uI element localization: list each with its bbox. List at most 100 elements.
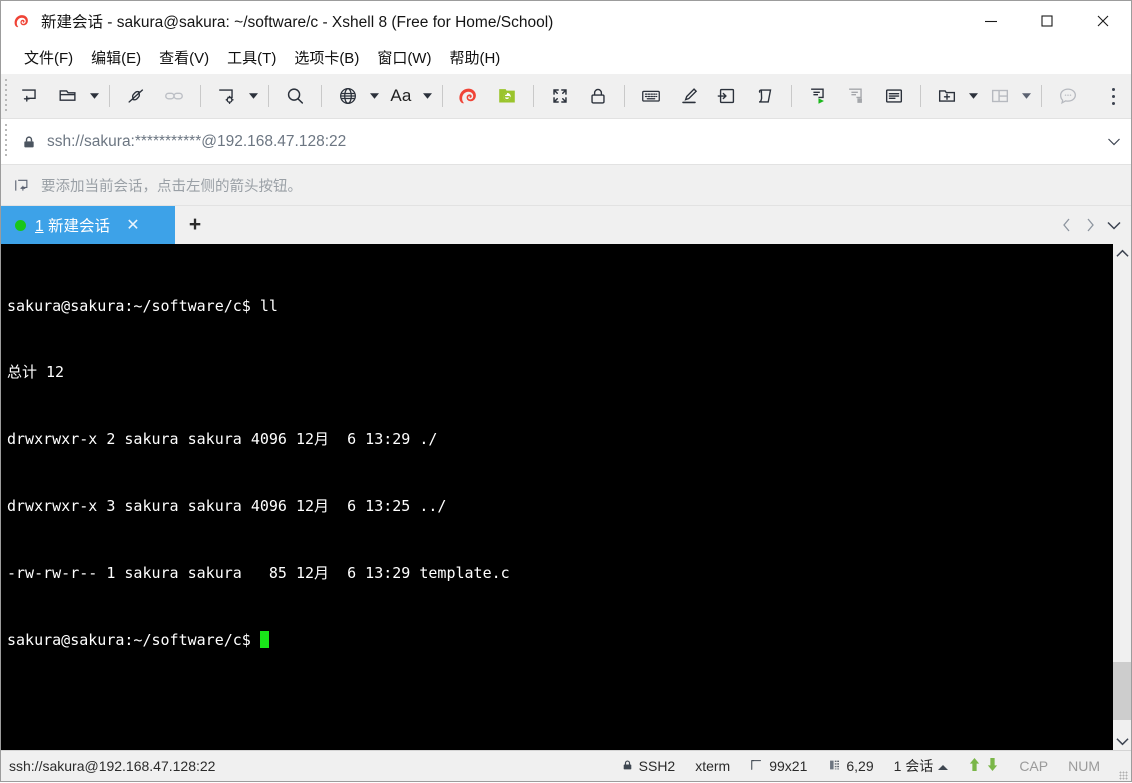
terminal-output[interactable]: sakura@sakura:~/software/c$ ll 总计 12 drw… [1, 244, 1112, 750]
address-input[interactable]: ssh://sakura:***********@192.168.47.128:… [47, 133, 1097, 151]
address-bar-drag-handle[interactable] [1, 119, 11, 164]
scroll-up-icon[interactable] [1113, 244, 1131, 262]
split-layout-dropdown-icon[interactable] [1019, 80, 1034, 112]
toolbar-separator [533, 85, 534, 107]
xftp-icon[interactable] [488, 80, 526, 112]
xshell-logo-icon [13, 12, 32, 31]
menu-help[interactable]: 帮助(H) [440, 44, 509, 71]
log-session-icon[interactable] [708, 80, 746, 112]
status-sessions-label: 1 会话 [893, 758, 934, 774]
open-session-icon[interactable] [49, 80, 87, 112]
toolbar-separator [200, 85, 201, 107]
tab-next-icon[interactable] [1079, 210, 1101, 240]
script-list-icon[interactable] [875, 80, 913, 112]
hint-text: 要添加当前会话，点击左侧的箭头按钮。 [41, 178, 302, 195]
new-session-icon[interactable] [11, 80, 49, 112]
font-dropdown-icon[interactable] [420, 80, 435, 112]
scrollbar-thumb[interactable] [1113, 662, 1131, 720]
tab-label: 1 新建会话 [35, 214, 110, 236]
lock-icon[interactable] [579, 80, 617, 112]
xshell-window: 新建会话 - sakura@sakura: ~/software/c - Xsh… [0, 0, 1132, 782]
tab-close-icon[interactable]: ✕ [123, 215, 143, 235]
toolbar: Aa [1, 74, 1131, 119]
menu-tools[interactable]: 工具(T) [218, 44, 285, 71]
resize-grip[interactable] [1110, 750, 1131, 783]
session-properties-dropdown-icon[interactable] [246, 80, 261, 112]
stop-script-icon[interactable] [837, 80, 875, 112]
toolbar-separator [624, 85, 625, 107]
tab-title: 新建会话 [47, 218, 110, 235]
cursor-position-icon [827, 758, 841, 775]
new-tab-icon[interactable] [928, 80, 966, 112]
fullscreen-icon[interactable] [541, 80, 579, 112]
new-tab-button[interactable]: + [175, 206, 215, 244]
minimize-button[interactable] [963, 1, 1019, 41]
window-controls [963, 1, 1131, 41]
status-sessions[interactable]: 1 会话 [884, 751, 959, 781]
status-size-label: 99x21 [769, 758, 808, 774]
close-button[interactable] [1075, 1, 1131, 41]
terminal-scrollbar[interactable] [1112, 244, 1131, 750]
status-transfer-indicators [958, 751, 1009, 781]
split-layout-icon[interactable] [981, 80, 1019, 112]
toolbar-separator [1041, 85, 1042, 107]
globe-icon[interactable] [329, 80, 367, 112]
terminal-cursor [259, 631, 269, 649]
run-script-icon[interactable] [799, 80, 837, 112]
menu-file[interactable]: 文件(F) [15, 44, 82, 71]
maximize-button[interactable] [1019, 1, 1075, 41]
tab-new-session[interactable]: 1 新建会话 ✕ [1, 206, 175, 244]
scroll-icon[interactable] [746, 80, 784, 112]
title-bar[interactable]: 新建会话 - sakura@sakura: ~/software/c - Xsh… [1, 1, 1131, 41]
session-properties-icon[interactable] [208, 80, 246, 112]
terminal-line: sakura@sakura:~/software/c$ ll [7, 296, 278, 315]
tab-list-chevron-down-icon[interactable] [1103, 210, 1125, 240]
tab-bar: 1 新建会话 ✕ + [1, 206, 1131, 244]
menu-edit[interactable]: 编辑(E) [82, 44, 150, 71]
status-cursor-position: 6,29 [817, 751, 883, 781]
status-terminal-type: xterm [695, 758, 731, 774]
terminal-line: drwxrwxr-x 2 sakura sakura 4096 12月 6 13… [7, 430, 438, 449]
toolbar-drag-handle[interactable] [1, 74, 11, 118]
menu-tabs[interactable]: 选项卡(B) [285, 44, 368, 71]
keyboard-icon[interactable] [632, 80, 670, 112]
toolbar-separator [791, 85, 792, 107]
xshell-logo-icon[interactable] [450, 80, 488, 112]
font-icon[interactable]: Aa [382, 80, 420, 112]
tab-index: 1 [35, 218, 44, 235]
status-bar: ssh://sakura@192.168.47.128:22 SSH2 xter… [1, 750, 1131, 781]
tab-prev-icon[interactable] [1055, 210, 1077, 240]
disconnect-icon[interactable] [117, 80, 155, 112]
sessions-caret-up-icon[interactable] [938, 758, 949, 774]
terminal-line: drwxrwxr-x 3 sakura sakura 4096 12月 6 13… [7, 497, 447, 516]
terminal-prompt: sakura@sakura:~/software/c$ [7, 631, 260, 650]
terminal-line: -rw-rw-r-- 1 sakura sakura 85 12月 6 13:2… [7, 564, 510, 583]
download-arrow-icon [986, 757, 999, 775]
status-url: ssh://sakura@192.168.47.128:22 [9, 758, 216, 774]
toolbar-separator [268, 85, 269, 107]
lock-icon [21, 134, 37, 150]
address-dropdown-icon[interactable] [1097, 119, 1131, 164]
menu-view[interactable]: 查看(V) [150, 44, 218, 71]
menu-window[interactable]: 窗口(W) [368, 44, 440, 71]
screen-size-icon [750, 758, 764, 775]
scrollbar-track[interactable] [1113, 262, 1131, 732]
link-icon[interactable] [155, 80, 193, 112]
new-tab-dropdown-icon[interactable] [966, 80, 981, 112]
terminal-prompt-line: sakura@sakura:~/software/c$ [7, 629, 1112, 651]
tab-status-dot-icon [15, 219, 26, 231]
search-icon[interactable] [276, 80, 314, 112]
globe-dropdown-icon[interactable] [367, 80, 382, 112]
scroll-down-icon[interactable] [1113, 732, 1131, 750]
address-bar[interactable]: ssh://sakura:***********@192.168.47.128:… [1, 119, 1131, 165]
status-cursor-label: 6,29 [846, 758, 874, 774]
add-session-icon[interactable] [13, 176, 32, 195]
status-protocol-label: SSH2 [638, 758, 676, 774]
toolbar-separator [920, 85, 921, 107]
open-session-dropdown-icon[interactable] [87, 80, 102, 112]
toolbar-separator [109, 85, 110, 107]
window-title: 新建会话 - sakura@sakura: ~/software/c - Xsh… [41, 14, 554, 31]
chat-icon[interactable] [1049, 80, 1087, 112]
overflow-menu-icon[interactable] [1101, 79, 1125, 113]
highlight-pen-icon[interactable] [670, 80, 708, 112]
